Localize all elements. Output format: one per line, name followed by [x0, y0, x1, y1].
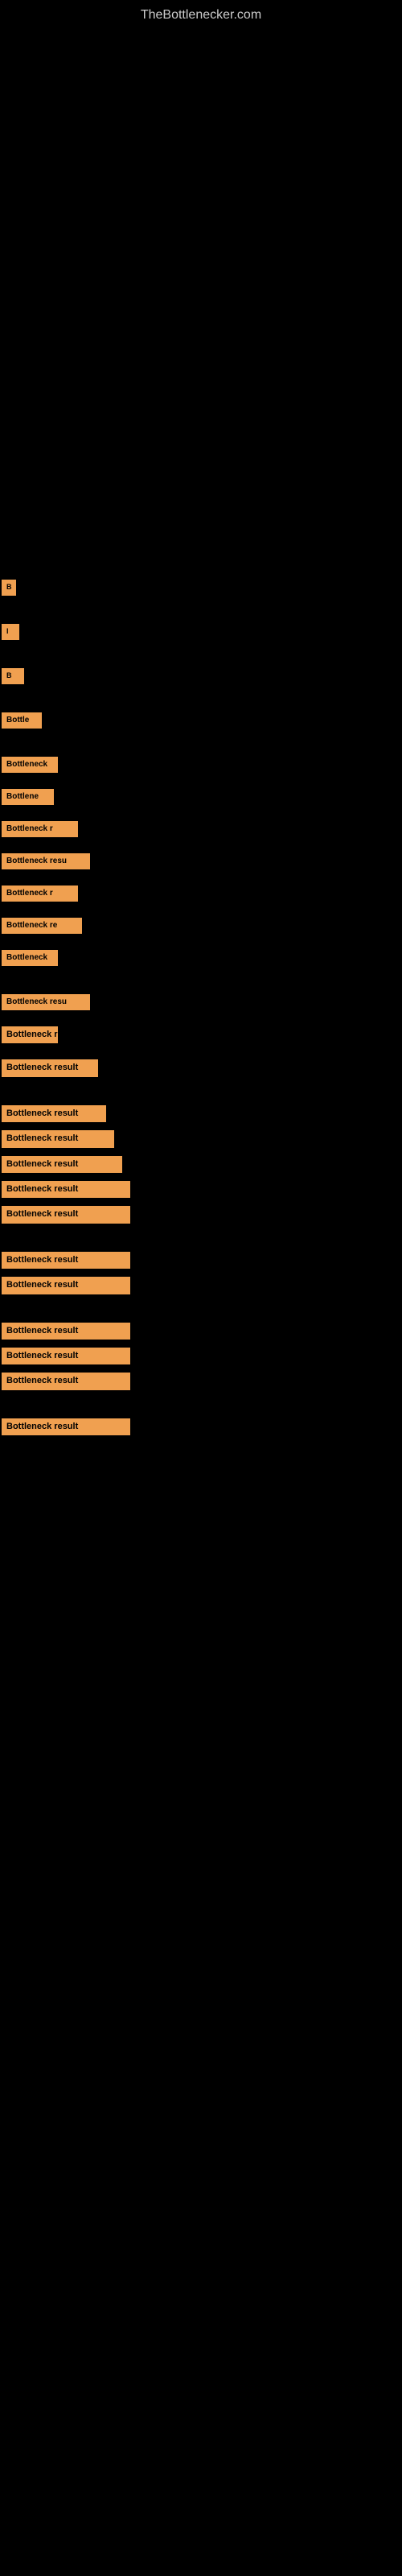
list-item: Bottleneck result	[0, 1277, 402, 1294]
bottleneck-bar: Bottleneck result	[2, 1373, 130, 1389]
list-item: Bottleneck result	[0, 1206, 402, 1223]
bottleneck-bar: Bottlene	[2, 789, 54, 805]
list-item: Bottleneck resu	[0, 994, 402, 1010]
list-item: Bottleneck result	[0, 1348, 402, 1364]
list-item: Bottleneck re	[0, 1026, 402, 1043]
bottleneck-bar: Bottleneck re	[2, 918, 82, 934]
bottleneck-bar: Bottleneck result	[2, 1323, 130, 1340]
list-item: Bottleneck	[0, 950, 402, 966]
bottleneck-bar: Bottleneck resu	[2, 994, 90, 1010]
bottleneck-bar: Bottleneck r	[2, 821, 78, 837]
bottleneck-bar: Bottleneck result	[2, 1130, 114, 1147]
list-item: Bottle	[0, 712, 402, 729]
list-item: Bottleneck result	[0, 1252, 402, 1269]
list-item: Bottleneck result	[0, 1156, 402, 1173]
bottleneck-bar: Bottleneck result	[2, 1418, 130, 1435]
bottleneck-bar: l	[2, 624, 19, 640]
list-item: B	[0, 668, 402, 684]
list-item: Bottleneck result	[0, 1105, 402, 1122]
bottleneck-bar: Bottleneck r	[2, 886, 78, 902]
list-item: Bottleneck result	[0, 1059, 402, 1076]
list-item: B	[0, 580, 402, 596]
list-item: Bottleneck r	[0, 821, 402, 837]
list-item: Bottleneck resu	[0, 853, 402, 869]
bottleneck-bar: Bottle	[2, 712, 42, 729]
list-item: Bottleneck result	[0, 1181, 402, 1198]
list-item: Bottlene	[0, 789, 402, 805]
bottleneck-bar: Bottleneck	[2, 757, 58, 773]
list-item: Bottleneck	[0, 757, 402, 773]
bottleneck-bar: Bottleneck result	[2, 1105, 106, 1122]
bottleneck-items-container: Bl B Bottle Bottleneck Bottlene Bottleneck r B…	[0, 580, 402, 1443]
bottleneck-bar: B	[2, 580, 16, 596]
list-item: l	[0, 624, 402, 640]
list-item: Bottleneck r	[0, 886, 402, 902]
bottleneck-bar: Bottleneck re	[2, 1026, 58, 1043]
bottleneck-bar: Bottleneck result	[2, 1181, 130, 1198]
bottleneck-bar: Bottleneck	[2, 950, 58, 966]
list-item: Bottleneck result	[0, 1373, 402, 1389]
site-title: TheBottlenecker.com	[0, 0, 402, 31]
list-item: Bottleneck re	[0, 918, 402, 934]
bottleneck-bar: Bottleneck result	[2, 1156, 122, 1173]
bottleneck-bar: Bottleneck result	[2, 1277, 130, 1294]
bottleneck-bar: Bottleneck resu	[2, 853, 90, 869]
bottleneck-bar: Bottleneck result	[2, 1206, 130, 1223]
chart-area	[0, 31, 402, 594]
list-item: Bottleneck result	[0, 1323, 402, 1340]
bottleneck-bar: B	[2, 668, 24, 684]
bottleneck-bar: Bottleneck result	[2, 1348, 130, 1364]
bottleneck-bar: Bottleneck result	[2, 1059, 98, 1076]
list-item: Bottleneck result	[0, 1418, 402, 1435]
bottleneck-bar: Bottleneck result	[2, 1252, 130, 1269]
list-item: Bottleneck result	[0, 1130, 402, 1147]
